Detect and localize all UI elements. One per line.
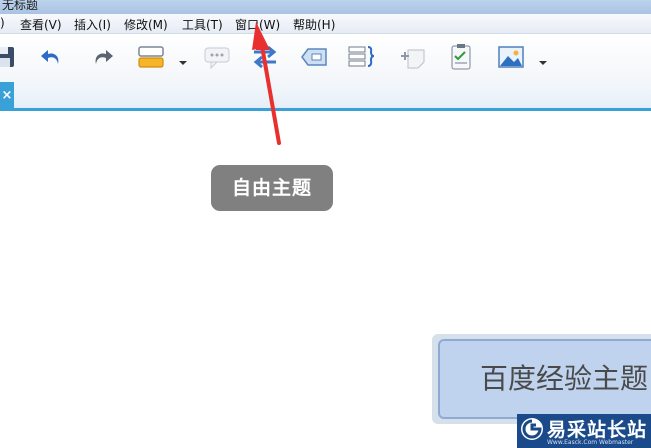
relationship-icon[interactable] [250,42,280,72]
watermark-logo-icon [521,418,543,440]
callout-icon[interactable] [202,42,232,72]
undo-icon[interactable] [38,42,68,72]
marker-icon[interactable] [398,42,428,72]
watermark-brand: 易采站长站 [547,419,648,441]
floating-topic[interactable]: 自由主题 [211,165,333,211]
task-icon[interactable] [446,42,476,72]
redo-icon[interactable] [86,42,116,72]
watermark-url: Www.Easck.Com Webmaster [547,439,634,446]
watermark: 易采站长站 Www.Easck.Com Webmaster [517,414,651,448]
menu-item-partial[interactable]: ) [0,16,5,30]
toolbar [0,34,651,82]
image-dropdown-arrow[interactable] [539,52,547,65]
menu-tools[interactable]: 工具(T) [182,16,223,33]
menu-bar: ) 查看(V) 插入(I) 修改(M) 工具(T) 窗口(W) 帮助(H) [0,14,651,34]
menu-modify[interactable]: 修改(M) [124,16,168,33]
menu-insert[interactable]: 插入(I) [74,16,111,33]
tab-bar [0,82,651,110]
boundary-icon[interactable] [299,42,329,72]
topic-icon[interactable] [136,42,166,72]
tab-close-button[interactable]: × [0,82,14,110]
title-bar: 无标题 [0,0,651,14]
image-icon[interactable] [496,42,526,72]
menu-window[interactable]: 窗口(W) [235,16,280,33]
menu-view[interactable]: 查看(V) [20,16,62,33]
topic-dropdown-arrow[interactable] [179,52,187,65]
menu-help[interactable]: 帮助(H) [293,16,335,33]
save-icon[interactable] [0,42,18,72]
main-topic[interactable]: 百度经验主题 [438,339,651,419]
summary-icon[interactable] [346,42,376,72]
window-title: 无标题 [2,0,39,12]
